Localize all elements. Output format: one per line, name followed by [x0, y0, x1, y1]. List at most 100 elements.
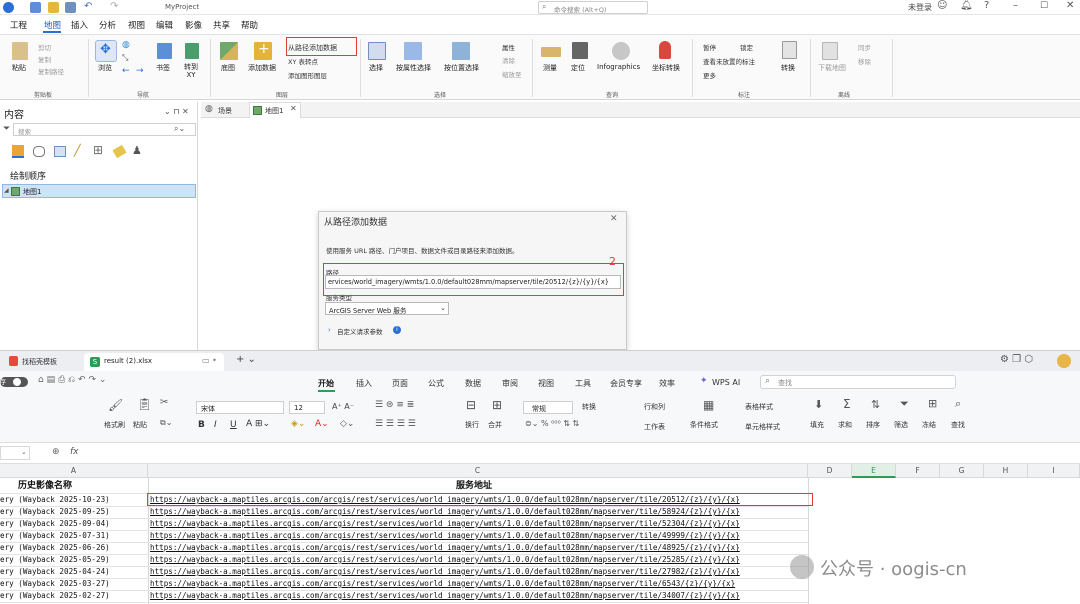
cell-image-name[interactable]: ery (Wayback 2025-04-24): [0, 566, 110, 578]
italic-icon[interactable]: I: [214, 420, 217, 430]
formula-input[interactable]: [86, 446, 1080, 460]
fill-button[interactable]: 填充: [810, 420, 824, 430]
new-project-icon[interactable]: [30, 2, 41, 13]
add-data-icon[interactable]: +: [254, 41, 272, 60]
view-unplaced-labels-button[interactable]: 查看未放置的标注: [703, 56, 755, 66]
collapse-icon[interactable]: ◢: [4, 187, 9, 194]
bold-icon[interactable]: B: [198, 420, 205, 430]
save-icon[interactable]: [65, 2, 76, 13]
goto-xy-icon[interactable]: [185, 43, 199, 59]
download-map-icon[interactable]: [822, 42, 838, 60]
table-style-button[interactable]: 表格样式: [745, 402, 773, 412]
sum-button[interactable]: 求和: [838, 420, 852, 430]
wps-search-input[interactable]: ⌕ 查找: [760, 375, 956, 389]
close-icon[interactable]: ✕: [1066, 0, 1074, 11]
menu-data[interactable]: 数据: [465, 378, 481, 389]
wrap-text-icon[interactable]: ⊟: [466, 398, 476, 412]
sum-icon[interactable]: Σ: [843, 397, 851, 411]
notification-bell-icon[interactable]: 🔔︎: [960, 0, 973, 11]
column-header-h[interactable]: H: [984, 464, 1028, 478]
tab-view[interactable]: 视图: [128, 19, 145, 31]
column-header-d[interactable]: D: [808, 464, 852, 478]
menu-formula[interactable]: 公式: [428, 378, 444, 389]
cell-image-name[interactable]: ery (Wayback 2025-10-23): [0, 494, 110, 506]
cell-image-name[interactable]: ery (Wayback 2025-07-31): [0, 530, 110, 542]
fx-icon[interactable]: fx: [70, 447, 79, 457]
cell-service-url[interactable]: https://wayback-a.maptiles.arcgis.com/ar…: [150, 578, 735, 590]
currency-percent-icon[interactable]: ⊜⌄ % ⁰⁰⁰ ⇅ ⇅: [525, 419, 579, 428]
cell-service-url[interactable]: https://wayback-a.maptiles.arcgis.com/ar…: [150, 506, 740, 518]
user-avatar[interactable]: [1057, 354, 1071, 368]
list-by-source-icon[interactable]: [33, 146, 45, 157]
tab-options-icon[interactable]: ▭ •: [202, 356, 217, 365]
tab-imagery[interactable]: 影像: [185, 19, 202, 31]
cell-image-name[interactable]: ery (Wayback 2025-02-27): [0, 590, 110, 602]
menu-tools[interactable]: 工具: [575, 378, 591, 389]
tab-scene[interactable]: ◍ 场景: [204, 103, 249, 118]
contents-search-input[interactable]: 搜索 ⌕⌄: [13, 123, 196, 136]
minimize-icon[interactable]: –: [1013, 0, 1018, 11]
measure-button[interactable]: 测量: [543, 63, 557, 73]
conditional-format-button[interactable]: 条件格式: [690, 420, 718, 430]
help-icon[interactable]: ?: [984, 0, 989, 11]
convert-labels-icon[interactable]: [782, 41, 797, 59]
select-by-attribute-button[interactable]: 按属性选择: [396, 63, 431, 73]
column-header-e[interactable]: E: [852, 464, 896, 478]
cell-image-name[interactable]: ery (Wayback 2025-09-25): [0, 506, 110, 518]
find-icon[interactable]: ⌕: [955, 397, 961, 411]
basemap-button[interactable]: 底图: [221, 63, 235, 73]
pane-options-icon[interactable]: ⌄ ⊓ ✕: [164, 107, 189, 116]
pause-labeling-button[interactable]: 暂停: [703, 42, 716, 52]
add-data-button[interactable]: 添加数据: [248, 63, 276, 73]
align-top-icon[interactable]: ☰ ⊜ ≡ ≣: [375, 400, 414, 410]
new-tab-icon[interactable]: + ⌄: [236, 354, 256, 365]
column-header-f[interactable]: F: [896, 464, 940, 478]
measure-icon[interactable]: [541, 47, 561, 57]
column-header-c[interactable]: C: [148, 464, 808, 478]
cut-icon[interactable]: ✂: [160, 397, 168, 408]
locate-button[interactable]: 定位: [571, 63, 585, 73]
menu-efficiency[interactable]: 效率: [659, 378, 675, 389]
window-tools-icon[interactable]: ⚙ ❐ ⬡: [1000, 354, 1033, 365]
locate-icon[interactable]: [572, 42, 588, 59]
tab-template[interactable]: 找稻壳模板: [0, 351, 84, 371]
list-by-snapping-icon[interactable]: ⊞: [93, 143, 103, 157]
filter-icon[interactable]: ⏷: [3, 124, 10, 134]
select-by-location-button[interactable]: 按位置选择: [444, 63, 479, 73]
tab-edit[interactable]: 编辑: [156, 19, 173, 31]
menu-wps-ai[interactable]: WPS AI: [712, 378, 740, 387]
tab-project[interactable]: 工程: [10, 19, 27, 31]
close-tab-icon[interactable]: ✕: [290, 104, 297, 113]
download-map-button[interactable]: 下载地图: [818, 63, 846, 73]
paste-button[interactable]: 粘贴: [133, 420, 147, 430]
merge-cells-button[interactable]: 合并: [488, 420, 502, 430]
font-grow-shrink-icon[interactable]: A⁺ A⁻: [332, 402, 354, 411]
list-by-labeling-icon[interactable]: [112, 144, 127, 159]
header-cell-url[interactable]: 服务地址: [456, 480, 492, 492]
maximize-icon[interactable]: ☐: [1040, 1, 1048, 11]
explore-icon[interactable]: ✥: [95, 40, 117, 62]
redo-icon[interactable]: ↷: [110, 1, 118, 12]
copy-path-button[interactable]: 复制路径: [38, 66, 64, 76]
copy-icon[interactable]: ⧉⌄: [160, 418, 172, 428]
zoom-formula-icon[interactable]: ⊕: [52, 447, 60, 457]
header-cell-name[interactable]: 历史影像名称: [18, 480, 72, 492]
cell-image-name[interactable]: ery (Wayback 2025-03-27): [0, 578, 110, 590]
tab-help[interactable]: 帮助: [241, 19, 258, 31]
clear-selection-button[interactable]: 清除: [502, 55, 515, 65]
list-by-drawing-order-icon[interactable]: [12, 145, 24, 158]
convert-labels-button[interactable]: 转换: [781, 63, 795, 73]
paste-icon[interactable]: [12, 42, 28, 60]
tab-analysis[interactable]: 分析: [99, 19, 116, 31]
previous-extent-icon[interactable]: ←: [122, 66, 130, 76]
avatar-icon[interactable]: ☺: [937, 0, 947, 11]
attributes-button[interactable]: 属性: [502, 42, 515, 52]
infographics-button[interactable]: Infographics: [597, 63, 640, 71]
strikethrough-borders-icon[interactable]: A ⊞⌄: [246, 419, 270, 429]
select-icon[interactable]: [368, 42, 386, 60]
sort-button[interactable]: 排序: [866, 420, 880, 430]
find-button[interactable]: 查找: [951, 420, 965, 430]
command-search-input[interactable]: ⌕ 命令搜索 (Alt+Q): [538, 1, 648, 14]
remove-button[interactable]: 移除: [858, 56, 871, 66]
layer-item-map1[interactable]: ◢ 地图1: [2, 184, 196, 198]
